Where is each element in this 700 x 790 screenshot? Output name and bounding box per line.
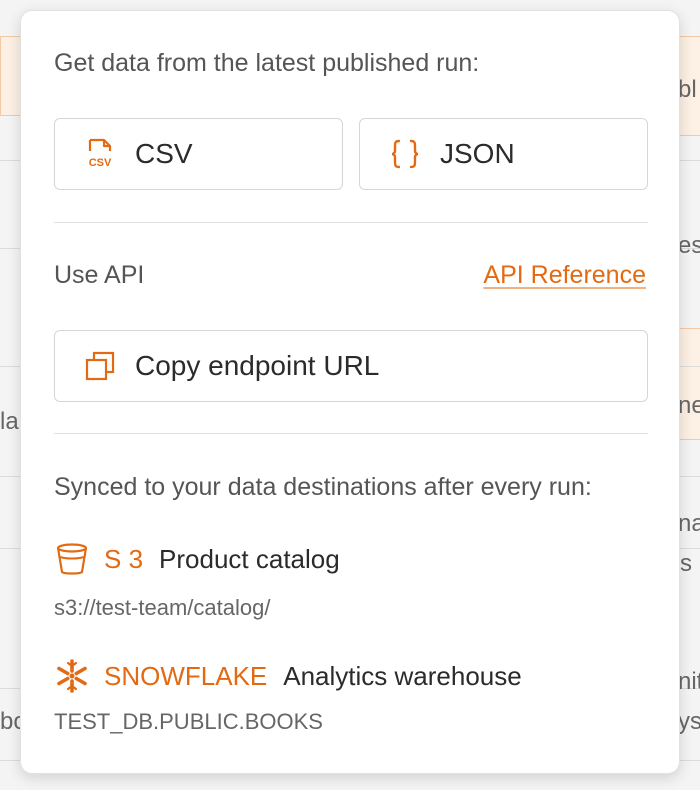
- destination-path: TEST_DB.PUBLIC.BOOKS: [54, 709, 323, 734]
- destination-item-s3: S 3 Product catalog: [54, 541, 340, 577]
- destination-item-snowflake: SNOWFLAKE Analytics warehouse: [54, 658, 522, 694]
- section-divider: [54, 433, 648, 434]
- background-highlight-top: [0, 36, 22, 116]
- json-download-button[interactable]: JSON: [359, 118, 648, 190]
- svg-text:CSV: CSV: [89, 157, 112, 169]
- destination-name: Analytics warehouse: [283, 660, 522, 691]
- destinations-heading: Synced to your data destinations after e…: [54, 473, 592, 501]
- background-text: ne: [678, 392, 700, 419]
- destination-type: S 3: [104, 543, 144, 574]
- background-text: es: [678, 232, 700, 259]
- data-export-popover: Get data from the latest published run: …: [20, 10, 680, 774]
- snowflake-icon: [54, 658, 90, 694]
- background-text: na: [678, 510, 700, 537]
- background-text: bo: [0, 708, 20, 735]
- background-text: ys: [678, 708, 700, 735]
- csv-download-button[interactable]: CSV CSV: [54, 118, 343, 190]
- copy-endpoint-url-button[interactable]: Copy endpoint URL: [54, 330, 648, 402]
- background-text: nit: [678, 668, 700, 695]
- csv-button-label: CSV: [135, 138, 193, 169]
- background-text: bl: [678, 76, 697, 103]
- download-heading: Get data from the latest published run:: [54, 49, 480, 77]
- bucket-icon: [54, 541, 90, 577]
- json-braces-icon: [388, 137, 422, 171]
- api-reference-link[interactable]: API Reference: [483, 261, 646, 290]
- api-heading: Use API: [54, 261, 145, 289]
- section-divider: [54, 222, 648, 223]
- copy-icon: [83, 349, 117, 383]
- destination-name: Product catalog: [159, 543, 340, 574]
- destination-path: s3://test-team/catalog/: [54, 595, 271, 620]
- json-button-label: JSON: [440, 138, 515, 169]
- background-highlight-right-mid: [678, 328, 700, 440]
- destination-type: SNOWFLAKE: [104, 660, 268, 691]
- background-text: s: [680, 550, 692, 577]
- background-text: la: [0, 408, 19, 435]
- copy-endpoint-label: Copy endpoint URL: [135, 350, 380, 381]
- csv-file-icon: CSV: [83, 137, 117, 171]
